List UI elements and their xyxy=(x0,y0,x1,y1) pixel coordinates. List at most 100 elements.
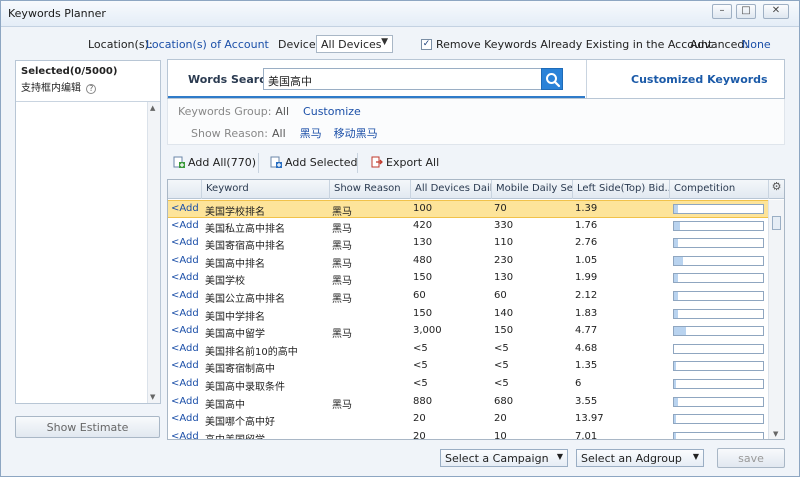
show-reason-cell: 黑马 xyxy=(332,294,352,305)
help-icon[interactable]: ? xyxy=(86,84,97,94)
location-link[interactable]: Location(s) of Account xyxy=(146,38,269,51)
mobile-daily-cell: 10 xyxy=(494,430,507,440)
table-row[interactable]: <Add 美国私立高中排名 黑马 420 330 1.76 xyxy=(168,218,768,236)
add-keyword-link[interactable]: <Add xyxy=(171,255,199,266)
table-row[interactable]: <Add 美国寄宿高中排名 黑马 130 110 2.76 xyxy=(168,235,768,253)
all-devices-cell: <5 xyxy=(413,378,428,389)
scroll-down-icon[interactable]: ▼ xyxy=(150,393,155,401)
add-keyword-link[interactable]: <Add xyxy=(171,220,199,231)
gear-icon[interactable]: ⚙ xyxy=(768,180,784,199)
add-all-button[interactable]: Add All(770) xyxy=(173,156,256,169)
mobile-daily-cell: 70 xyxy=(494,203,507,214)
left-side-bid-cell: 13.97 xyxy=(575,413,604,425)
reason-option-darkhorse[interactable]: 黑马 xyxy=(300,127,322,140)
tab-customized-keywords[interactable]: Customized Keywords xyxy=(586,60,784,98)
selected-keywords-panel: Selected(0/5000) 支持框内编辑 ? ▲ ▼ xyxy=(15,60,161,404)
all-devices-cell: 480 xyxy=(413,254,433,266)
advanced-link[interactable]: None xyxy=(742,38,771,51)
table-row[interactable]: <Add 美国寄宿制高中 <5 <5 1.35 xyxy=(168,358,768,376)
add-keyword-link[interactable]: <Add xyxy=(171,237,199,248)
campaign-select[interactable]: Select a Campaign ▼ xyxy=(440,449,568,467)
add-keyword-link[interactable]: <Add xyxy=(171,431,199,439)
table-row[interactable]: <Add 美国学校 黑马 150 130 1.99 xyxy=(168,270,768,288)
competition-bar xyxy=(673,255,764,266)
remove-existing-checkbox[interactable]: ✓ xyxy=(421,39,432,50)
table-row[interactable]: <Add 美国高中录取条件 <5 <5 6 xyxy=(168,376,768,394)
show-reason-value[interactable]: All xyxy=(272,127,286,140)
keywords-group-value[interactable]: All xyxy=(275,105,289,118)
reason-option-mobile-darkhorse[interactable]: 移动黑马 xyxy=(334,127,378,140)
toolbar-divider xyxy=(258,153,259,173)
add-keyword-link[interactable]: <Add xyxy=(171,203,199,214)
advanced-label: Advanced: xyxy=(690,38,749,51)
add-keyword-link[interactable]: <Add xyxy=(171,396,199,407)
table-header: Keyword Show Reason All Devices Dail... … xyxy=(168,180,784,199)
competition-bar-fill xyxy=(674,292,678,300)
col-show-reason[interactable]: Show Reason xyxy=(329,180,410,199)
keyword-cell: 美国高中排名 xyxy=(205,258,265,270)
add-all-label: Add All(770) xyxy=(188,156,257,169)
save-button[interactable]: save xyxy=(717,448,785,468)
toolbar-divider xyxy=(357,153,358,173)
chevron-down-icon: ▼ xyxy=(692,452,699,461)
table-row[interactable]: <Add 美国公立高中排名 黑马 60 60 2.12 xyxy=(168,288,768,306)
search-button[interactable] xyxy=(541,68,563,90)
all-devices-cell: 60 xyxy=(413,290,426,301)
add-keyword-link[interactable]: <Add xyxy=(171,325,199,336)
left-side-bid-cell: 1.76 xyxy=(575,219,598,231)
customize-link[interactable]: Customize xyxy=(303,105,361,118)
search-input[interactable]: 美国高中 xyxy=(263,68,543,90)
show-reason-cell: 黑马 xyxy=(332,207,352,218)
table-row[interactable]: <Add 美国高中排名 黑马 480 230 1.05 xyxy=(168,253,768,271)
table-row[interactable]: <Add 高中美国留学 20 10 7.01 xyxy=(168,429,768,440)
competition-bar-fill xyxy=(674,362,676,371)
mobile-daily-cell: 680 xyxy=(494,395,514,407)
minimize-icon[interactable]: – xyxy=(712,4,732,19)
add-keyword-link[interactable]: <Add xyxy=(171,290,199,301)
add-keyword-link[interactable]: <Add xyxy=(171,360,199,371)
table-row[interactable]: <Add 美国排名前10的高中 <5 <5 4.68 xyxy=(168,341,768,359)
table-row[interactable]: <Add 美国学校排名 黑马 100 70 1.39 xyxy=(168,200,768,218)
show-estimate-button[interactable]: Show Estimate xyxy=(15,416,160,438)
table-row[interactable]: <Add 美国哪个高中好 20 20 13.97 xyxy=(168,411,768,429)
add-keyword-link[interactable]: <Add xyxy=(171,378,199,389)
table-toolbar: Add All(770) Add Selected Export All xyxy=(167,153,785,175)
add-all-icon xyxy=(173,156,185,168)
add-keyword-link[interactable]: <Add xyxy=(171,413,199,424)
maximize-icon[interactable]: □ xyxy=(736,4,756,19)
tab-words-search[interactable]: Words Search 美国高中 xyxy=(168,60,585,98)
table-row[interactable]: <Add 美国高中 黑马 880 680 3.55 xyxy=(168,394,768,412)
left-scrollbar[interactable]: ▲ ▼ xyxy=(147,102,160,403)
competition-bar-fill xyxy=(674,415,676,424)
col-all-devices[interactable]: All Devices Dail... xyxy=(410,180,491,199)
chevron-down-icon: ▼ xyxy=(556,452,563,461)
table-scrollbar[interactable]: ▼ xyxy=(768,200,784,439)
add-keyword-link[interactable]: <Add xyxy=(171,272,199,283)
table-row[interactable]: <Add 美国中学排名 150 140 1.83 xyxy=(168,306,768,324)
keyword-cell: 美国寄宿高中排名 xyxy=(205,241,285,253)
table-row[interactable]: <Add 美国高中留学 黑马 3,000 150 4.77 xyxy=(168,323,768,341)
device-select[interactable]: All Devices ▼ xyxy=(316,35,393,53)
export-all-button[interactable]: Export All xyxy=(371,156,439,169)
add-keyword-link[interactable]: <Add xyxy=(171,308,199,319)
keyword-cell: 美国寄宿制高中 xyxy=(205,364,275,376)
device-select-value: All Devices xyxy=(321,38,382,51)
show-reason-label: Show Reason: xyxy=(191,127,268,140)
selected-keywords-list[interactable]: ▲ ▼ xyxy=(16,101,160,403)
adgroup-select[interactable]: Select an Adgroup ▼ xyxy=(576,449,704,467)
scroll-up-icon[interactable]: ▲ xyxy=(150,104,155,112)
col-left-side-bid[interactable]: Left Side(Top) Bid... xyxy=(572,180,669,199)
competition-bar xyxy=(673,361,764,372)
col-keyword[interactable]: Keyword xyxy=(201,180,329,199)
keywords-group-label: Keywords Group: xyxy=(178,105,272,118)
col-mobile-daily[interactable]: Mobile Daily Se... xyxy=(491,180,572,199)
competition-bar xyxy=(673,326,764,337)
scroll-down-icon[interactable]: ▼ xyxy=(773,430,778,438)
close-icon[interactable]: ✕ xyxy=(763,4,789,19)
col-competition[interactable]: Competition xyxy=(669,180,768,199)
add-keyword-link[interactable]: <Add xyxy=(171,343,199,354)
add-selected-button[interactable]: Add Selected xyxy=(270,156,357,169)
scrollbar-thumb[interactable] xyxy=(772,216,781,230)
all-devices-cell: 3,000 xyxy=(413,325,442,337)
keyword-cell: 美国中学排名 xyxy=(205,311,265,323)
